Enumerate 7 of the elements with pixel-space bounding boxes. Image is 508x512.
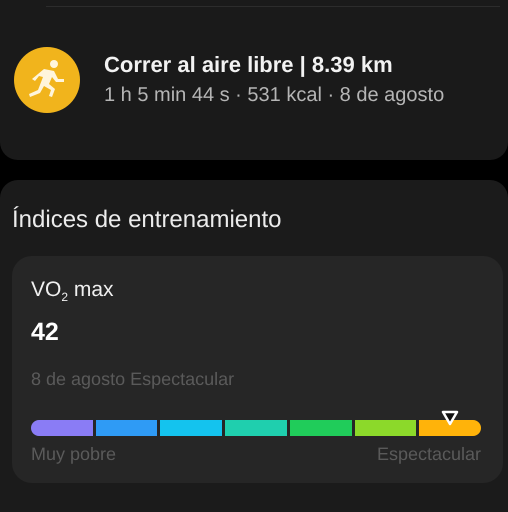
activity-card[interactable]: Correr al aire libre | 8.39 km 1 h 5 min 44 s · 531 kcal · 8 de agosto [0, 0, 508, 160]
activity-details: 1 h 5 min 44 s · 531 kcal · 8 de agosto [104, 82, 444, 108]
vo2max-value: 42 [31, 318, 60, 348]
section-heading: Índices de entrenamiento [12, 206, 283, 234]
vo2max-title: VO$_{2}$ max [31, 278, 115, 304]
activity-title: Correr al aire libre | 8.39 km [104, 52, 394, 78]
running-person-icon [14, 46, 80, 112]
